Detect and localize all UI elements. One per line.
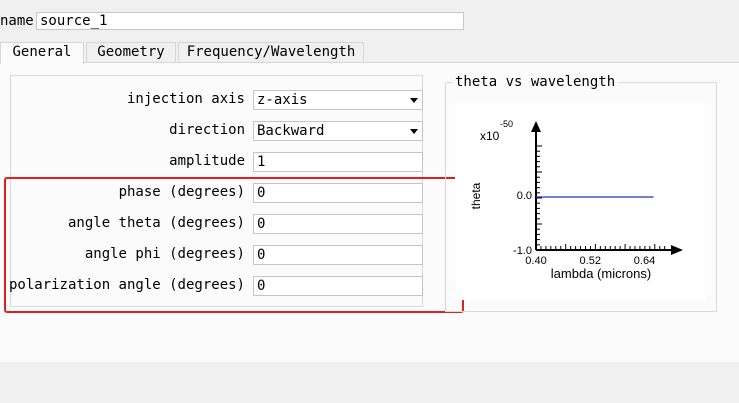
highlight-box bbox=[4, 177, 464, 313]
name-label: name bbox=[0, 13, 34, 29]
y-axis-arrow bbox=[531, 121, 541, 132]
tab-geometry[interactable]: Geometry bbox=[86, 42, 176, 63]
theta-wavelength-chart: x10 -50 theta 0.0 -1.0 0.40 0.52 0.64 la… bbox=[469, 119, 683, 281]
x-tick-label: 0.40 bbox=[525, 255, 546, 267]
injection-axis-select[interactable]: z-axis bbox=[253, 90, 423, 110]
plot-area: x10 -50 theta 0.0 -1.0 0.40 0.52 0.64 la… bbox=[455, 102, 705, 300]
plot-title: theta vs wavelength bbox=[452, 74, 619, 90]
amplitude-input[interactable]: 1 bbox=[253, 152, 423, 172]
tab-general[interactable]: General bbox=[0, 42, 84, 64]
tab-frequency-wavelength[interactable]: Frequency/Wavelength bbox=[178, 42, 364, 63]
direction-select[interactable]: Backward bbox=[253, 121, 423, 141]
y-axis-label: theta bbox=[469, 182, 483, 209]
injection-axis-value: z-axis bbox=[257, 92, 308, 108]
injection-axis-label: injection axis bbox=[126, 91, 245, 107]
direction-value: Backward bbox=[257, 123, 325, 139]
y-tick-label: 0.0 bbox=[517, 190, 532, 202]
x-minor-ticks bbox=[535, 244, 666, 250]
y-minor-ticks bbox=[536, 145, 542, 251]
name-input[interactable]: source_1 bbox=[36, 12, 464, 30]
amplitude-label: amplitude bbox=[169, 153, 245, 169]
x-axis-arrow bbox=[671, 245, 683, 255]
y-exponent: -50 bbox=[500, 119, 513, 129]
y-multiplier: x10 bbox=[480, 129, 500, 143]
direction-label: direction bbox=[169, 122, 245, 138]
x-axis-label: lambda (microns) bbox=[551, 266, 651, 281]
chevron-down-icon bbox=[410, 98, 418, 103]
chevron-down-icon bbox=[410, 129, 418, 134]
